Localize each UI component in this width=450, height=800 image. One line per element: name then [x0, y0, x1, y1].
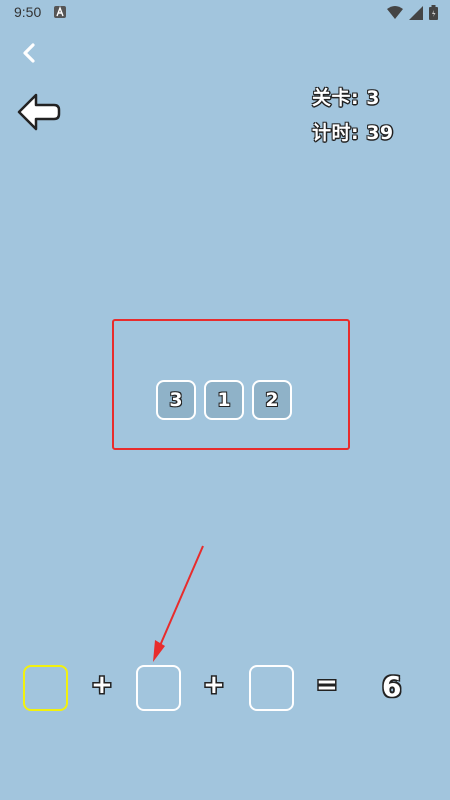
- level-label: 关卡: 3: [312, 87, 380, 109]
- status-icons: [387, 5, 438, 20]
- target-sum: 6: [382, 670, 402, 703]
- number-tile[interactable]: 1: [204, 380, 244, 420]
- number-tile[interactable]: 2: [252, 380, 292, 420]
- plus-sign: +: [203, 670, 225, 700]
- wifi-icon: [387, 5, 403, 19]
- arrow-left-icon: [17, 93, 61, 131]
- answer-slot-3[interactable]: [249, 665, 294, 711]
- equals-sign: =: [316, 670, 338, 700]
- game-back-button[interactable]: [16, 92, 62, 132]
- chevron-left-icon: [23, 43, 35, 63]
- timer-label: 计时: 39: [312, 122, 394, 144]
- signal-icon: [409, 5, 423, 20]
- hint-arrow-icon: [153, 545, 204, 662]
- answer-slot-1[interactable]: [23, 665, 68, 711]
- status-bar: 9:50: [0, 0, 450, 26]
- number-tile[interactable]: 3: [156, 380, 196, 420]
- answer-slot-2[interactable]: [136, 665, 181, 711]
- plus-sign: +: [91, 670, 113, 700]
- notification-icon: [54, 6, 66, 18]
- battery-icon: [429, 5, 438, 20]
- status-time: 9:50: [14, 4, 42, 20]
- nav-back-button[interactable]: [14, 38, 44, 68]
